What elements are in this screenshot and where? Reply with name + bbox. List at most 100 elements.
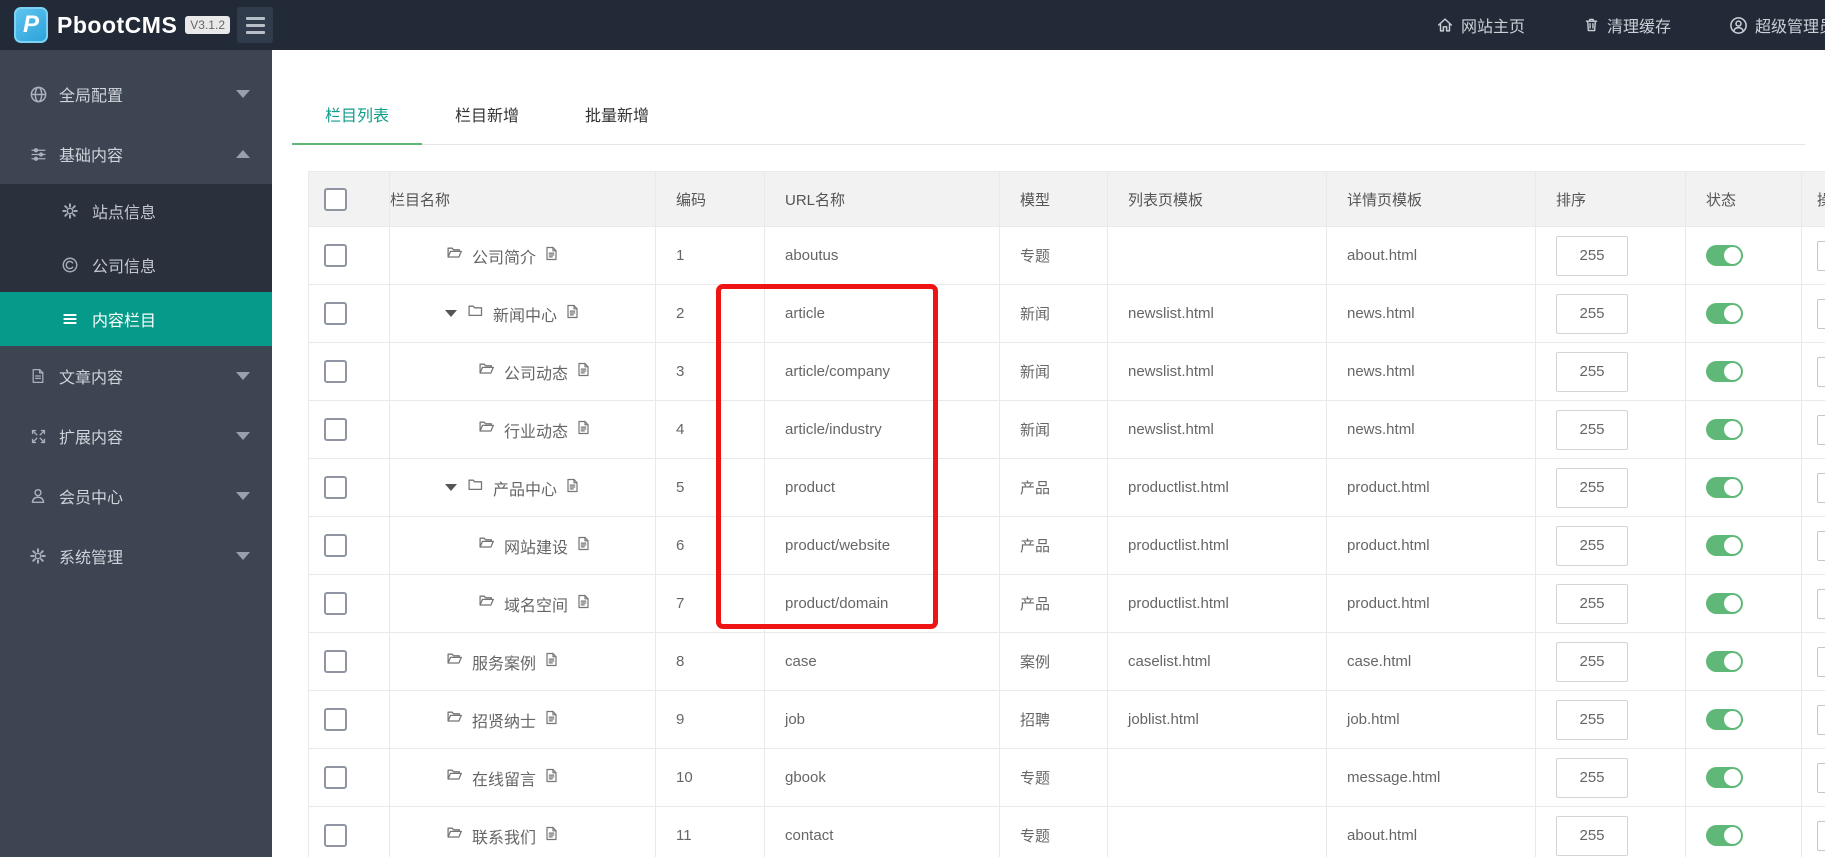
model-cell: 专题 (999, 806, 1108, 857)
column-name-cell: 行业动态 (389, 400, 656, 459)
column-name-cell: 网站建设 (389, 516, 656, 575)
column-name-label: 在线留言 (472, 771, 537, 789)
tab-批量新增[interactable]: 批量新增 (552, 90, 682, 144)
status-toggle-on[interactable] (1706, 303, 1743, 324)
view-button[interactable]: 查看 (1817, 704, 1825, 735)
row-checkbox[interactable] (324, 708, 347, 731)
code-cell: 6 (655, 516, 765, 575)
sort-input[interactable] (1556, 525, 1628, 566)
view-button[interactable]: 查看 (1817, 240, 1825, 271)
sidebar-item-基础内容[interactable]: 基础内容 (0, 124, 272, 184)
row-checkbox[interactable] (324, 534, 347, 557)
sort-input[interactable] (1556, 467, 1628, 508)
tree-collapse-icon[interactable] (445, 484, 457, 491)
chevron-down-icon (236, 552, 250, 560)
doc-icon[interactable] (576, 593, 591, 615)
sort-input[interactable] (1556, 699, 1628, 740)
doc-icon[interactable] (576, 361, 591, 383)
doc-icon[interactable] (544, 245, 559, 267)
hamburger-icon[interactable] (237, 7, 273, 43)
view-button[interactable]: 查看 (1817, 762, 1825, 793)
doc-icon[interactable] (576, 535, 591, 557)
status-toggle-on[interactable] (1706, 593, 1743, 614)
status-cell (1685, 400, 1802, 459)
row-checkbox[interactable] (324, 766, 347, 789)
expand-icon (28, 428, 48, 445)
view-button[interactable]: 查看 (1817, 646, 1825, 677)
row-checkbox[interactable] (324, 418, 347, 441)
tree-collapse-icon[interactable] (445, 310, 457, 317)
sidebar-item-内容栏目[interactable]: 内容栏目 (0, 292, 272, 346)
view-button[interactable]: 查看 (1817, 472, 1825, 503)
sidebar-item-全局配置[interactable]: 全局配置 (0, 64, 272, 124)
action-cell: 查看删除修改 (1801, 748, 1825, 807)
site-home-link[interactable]: 网站主页 (1436, 13, 1525, 37)
doc-icon[interactable] (544, 651, 559, 673)
view-button[interactable]: 查看 (1817, 530, 1825, 561)
view-button[interactable]: 查看 (1817, 588, 1825, 619)
sidebar-item-label: 文章内容 (59, 370, 124, 387)
sort-input[interactable] (1556, 351, 1628, 392)
sidebar-item-文章内容[interactable]: 文章内容 (0, 346, 272, 406)
view-button[interactable]: 查看 (1817, 356, 1825, 387)
site-home-label: 网站主页 (1461, 19, 1526, 36)
status-toggle-on[interactable] (1706, 709, 1743, 730)
sidebar-item-扩展内容[interactable]: 扩展内容 (0, 406, 272, 466)
clear-cache-link[interactable]: 清理缓存 (1583, 13, 1671, 37)
sort-input[interactable] (1556, 583, 1628, 624)
doc-icon[interactable] (544, 825, 559, 847)
sidebar-subitem-label: 内容栏目 (92, 313, 157, 330)
view-button[interactable]: 查看 (1817, 820, 1825, 851)
sort-input[interactable] (1556, 815, 1628, 856)
detail-template-cell: case.html (1326, 632, 1536, 691)
select-all-checkbox[interactable] (324, 187, 347, 211)
sort-input[interactable] (1556, 293, 1628, 334)
status-toggle-on[interactable] (1706, 825, 1743, 846)
doc-icon[interactable] (544, 709, 559, 731)
doc-icon[interactable] (576, 419, 591, 441)
sidebar-item-label: 扩展内容 (59, 430, 124, 447)
row-checkbox[interactable] (324, 476, 347, 499)
sidebar-item-会员中心[interactable]: 会员中心 (0, 466, 272, 526)
sort-input[interactable] (1556, 641, 1628, 682)
doc-icon[interactable] (565, 303, 580, 325)
view-button[interactable]: 查看 (1817, 298, 1825, 329)
row-checkbox[interactable] (324, 244, 347, 267)
sidebar-item-公司信息[interactable]: 公司信息 (0, 238, 272, 292)
doc-icon[interactable] (544, 767, 559, 789)
code-cell: 7 (655, 574, 765, 633)
home-icon (1436, 16, 1454, 34)
detail-template-cell: about.html (1326, 806, 1536, 857)
admin-user-link[interactable]: 超级管理员 (1729, 13, 1825, 37)
row-checkbox[interactable] (324, 302, 347, 325)
tab-栏目列表[interactable]: 栏目列表 (292, 90, 423, 145)
status-cell (1685, 342, 1802, 401)
sort-input[interactable] (1556, 235, 1628, 276)
status-toggle-on[interactable] (1706, 651, 1743, 672)
table-row: 公司简介 1aboutus专题 about.html 查看删除修改 (308, 226, 1825, 285)
row-checkbox[interactable] (324, 824, 347, 847)
sort-input[interactable] (1556, 409, 1628, 450)
sidebar-item-label: 会员中心 (59, 490, 124, 507)
row-checkbox[interactable] (324, 360, 347, 383)
row-checkbox[interactable] (324, 650, 347, 673)
sidebar-item-站点信息[interactable]: 站点信息 (0, 184, 272, 238)
doc-icon[interactable] (565, 477, 580, 499)
row-checkbox[interactable] (324, 592, 347, 615)
gear-icon (60, 202, 80, 220)
url-cell: case (764, 632, 1000, 691)
status-toggle-on[interactable] (1706, 419, 1743, 440)
view-button[interactable]: 查看 (1817, 414, 1825, 445)
status-toggle-on[interactable] (1706, 361, 1743, 382)
status-toggle-on[interactable] (1706, 535, 1743, 556)
list-template-cell: newslist.html (1107, 400, 1327, 459)
status-toggle-on[interactable] (1706, 767, 1743, 788)
column-name-label: 公司动态 (504, 365, 569, 383)
list-template-cell: productlist.html (1107, 458, 1327, 517)
sort-input[interactable] (1556, 757, 1628, 798)
status-toggle-on[interactable] (1706, 245, 1743, 266)
tab-栏目新增[interactable]: 栏目新增 (422, 90, 552, 144)
column-header-编码: 编码 (655, 171, 765, 227)
sidebar-item-系统管理[interactable]: 系统管理 (0, 526, 272, 586)
status-toggle-on[interactable] (1706, 477, 1743, 498)
